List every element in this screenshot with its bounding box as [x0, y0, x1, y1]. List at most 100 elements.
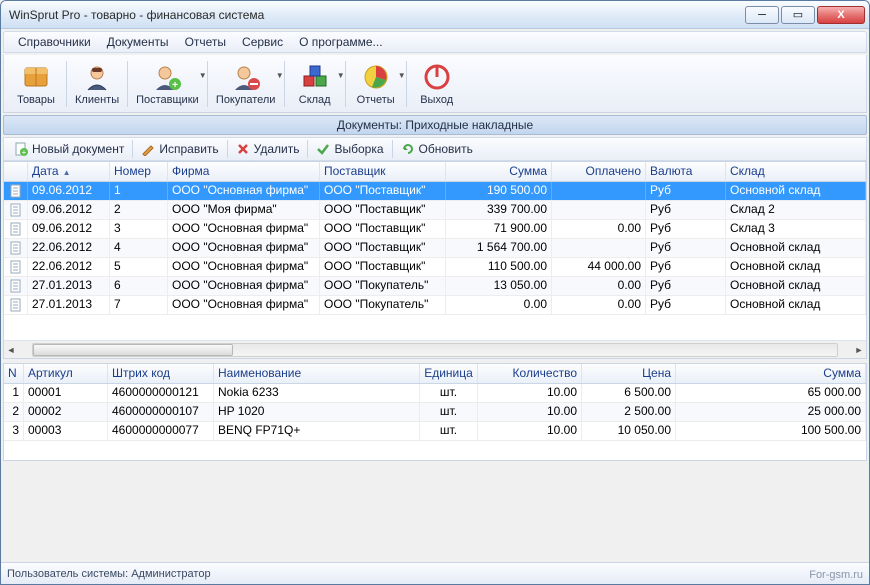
- dropdown-arrow-icon[interactable]: ▼: [398, 71, 406, 80]
- cell-paid: [552, 182, 646, 200]
- cell-paid: 0.00: [552, 220, 646, 238]
- sort-asc-icon: ▲: [63, 168, 71, 177]
- col-currency[interactable]: Валюта: [646, 162, 726, 181]
- dropdown-arrow-icon[interactable]: ▼: [337, 71, 345, 80]
- filter-button[interactable]: Выборка: [310, 140, 389, 158]
- new-document-button[interactable]: + Новый документ: [8, 140, 130, 158]
- col-price[interactable]: Цена: [582, 364, 676, 383]
- col-number[interactable]: Номер: [110, 162, 168, 181]
- cell-warehouse: Основной склад: [726, 277, 866, 295]
- table-row[interactable]: 09.06.20122ООО "Моя фирма"ООО "Поставщик…: [4, 201, 866, 220]
- horizontal-scrollbar[interactable]: ◄ ►: [4, 340, 866, 358]
- cubes-icon: [299, 61, 331, 93]
- edit-button[interactable]: Исправить: [135, 140, 224, 158]
- person-icon: [81, 61, 113, 93]
- cell-supplier: ООО "Поставщик": [320, 220, 446, 238]
- col-barcode[interactable]: Штрих код: [108, 364, 214, 383]
- minimize-button[interactable]: ─: [745, 6, 779, 24]
- table-row[interactable]: 09.06.20123ООО "Основная фирма"ООО "Пост…: [4, 220, 866, 239]
- table-row[interactable]: 22.06.20125ООО "Основная фирма"ООО "Пост…: [4, 258, 866, 277]
- menu-service[interactable]: Сервис: [234, 33, 291, 51]
- cell-supplier: ООО "Покупатель": [320, 277, 446, 295]
- dropdown-arrow-icon[interactable]: ▼: [199, 71, 207, 80]
- cell-firm: ООО "Основная фирма": [168, 277, 320, 295]
- table-row[interactable]: 22.06.20124ООО "Основная фирма"ООО "Пост…: [4, 239, 866, 258]
- table-row[interactable]: 27.01.20136ООО "Основная фирма"ООО "Поку…: [4, 277, 866, 296]
- scroll-thumb[interactable]: [33, 344, 233, 356]
- table-row[interactable]: 2000024600000000107HP 1020шт.10.002 500.…: [4, 403, 866, 422]
- cell-paid: 44 000.00: [552, 258, 646, 276]
- cell-barcode: 4600000000107: [108, 403, 214, 421]
- toolbar-goods[interactable]: Товары: [8, 59, 64, 108]
- cell-number: 5: [110, 258, 168, 276]
- delete-button[interactable]: Удалить: [230, 140, 306, 158]
- document-icon: [4, 220, 28, 238]
- scroll-right-icon[interactable]: ►: [852, 343, 866, 357]
- document-icon: [4, 201, 28, 219]
- delete-icon: [236, 142, 250, 156]
- cell-price: 6 500.00: [582, 384, 676, 402]
- col-unit[interactable]: Единица: [420, 364, 478, 383]
- cell-total: 25 000.00: [676, 403, 866, 421]
- table-row[interactable]: 09.06.20121ООО "Основная фирма"ООО "Пост…: [4, 182, 866, 201]
- toolbar-warehouse[interactable]: Склад ▼: [287, 59, 343, 108]
- document-new-icon: +: [14, 142, 28, 156]
- maximize-button[interactable]: ▭: [781, 6, 815, 24]
- cell-sum: 1 564 700.00: [446, 239, 552, 257]
- refresh-button[interactable]: Обновить: [395, 140, 479, 158]
- col-warehouse[interactable]: Склад: [726, 162, 866, 181]
- cell-firm: ООО "Моя фирма": [168, 201, 320, 219]
- toolbar-clients[interactable]: Клиенты: [69, 59, 125, 108]
- pencil-icon: [141, 142, 155, 156]
- cell-total: 65 000.00: [676, 384, 866, 402]
- cell-number: 7: [110, 296, 168, 314]
- table-row[interactable]: 1000014600000000121Nokia 6233шт.10.006 5…: [4, 384, 866, 403]
- dropdown-arrow-icon[interactable]: ▼: [276, 71, 284, 80]
- col-article[interactable]: Артикул: [24, 364, 108, 383]
- cell-warehouse: Основной склад: [726, 296, 866, 314]
- col-paid[interactable]: Оплачено: [552, 162, 646, 181]
- table-row[interactable]: 3000034600000000077BENQ FP71Q+шт.10.0010…: [4, 422, 866, 441]
- doc-toolbar: + Новый документ Исправить Удалить Выбор…: [3, 137, 867, 161]
- cell-barcode: 4600000000077: [108, 422, 214, 440]
- col-date[interactable]: Дата▲: [28, 162, 110, 181]
- menu-references[interactable]: Справочники: [10, 33, 99, 51]
- menu-documents[interactable]: Документы: [99, 33, 177, 51]
- toolbar-reports[interactable]: Отчеты ▼: [348, 59, 404, 108]
- cell-unit: шт.: [420, 422, 478, 440]
- col-qty[interactable]: Количество: [478, 364, 582, 383]
- statusbar: Пользователь системы: Администратор For-…: [1, 562, 869, 584]
- cell-unit: шт.: [420, 384, 478, 402]
- toolbar-buyers[interactable]: Покупатели ▼: [210, 59, 282, 108]
- cell-supplier: ООО "Поставщик": [320, 239, 446, 257]
- menu-reports[interactable]: Отчеты: [177, 33, 234, 51]
- scroll-left-icon[interactable]: ◄: [4, 343, 18, 357]
- cell-currency: Руб: [646, 296, 726, 314]
- toolbar-exit[interactable]: Выход: [409, 59, 465, 108]
- cell-number: 2: [110, 201, 168, 219]
- cell-name: BENQ FP71Q+: [214, 422, 420, 440]
- col-total[interactable]: Сумма: [676, 364, 866, 383]
- col-firm[interactable]: Фирма: [168, 162, 320, 181]
- status-user-label: Пользователь системы:: [7, 568, 128, 580]
- cell-date: 27.01.2013: [28, 277, 110, 295]
- cell-name: Nokia 6233: [214, 384, 420, 402]
- cell-firm: ООО "Основная фирма": [168, 182, 320, 200]
- col-supplier[interactable]: Поставщик: [320, 162, 446, 181]
- close-button[interactable]: X: [817, 6, 865, 24]
- box-icon: [20, 61, 52, 93]
- cell-sum: 0.00: [446, 296, 552, 314]
- menu-about[interactable]: О программе...: [291, 33, 390, 51]
- grid-header: Дата▲ Номер Фирма Поставщик Сумма Оплаче…: [4, 162, 866, 182]
- check-icon: [316, 142, 330, 156]
- cell-number: 6: [110, 277, 168, 295]
- toolbar-suppliers[interactable]: + Поставщики ▼: [130, 59, 205, 108]
- cell-currency: Руб: [646, 277, 726, 295]
- cell-name: HP 1020: [214, 403, 420, 421]
- table-row[interactable]: 27.01.20137ООО "Основная фирма"ООО "Поку…: [4, 296, 866, 315]
- col-icon[interactable]: [4, 162, 28, 181]
- col-sum[interactable]: Сумма: [446, 162, 552, 181]
- col-name[interactable]: Наименование: [214, 364, 420, 383]
- titlebar: WinSprut Pro - товарно - финансовая сист…: [1, 1, 869, 29]
- col-n[interactable]: N: [4, 364, 24, 383]
